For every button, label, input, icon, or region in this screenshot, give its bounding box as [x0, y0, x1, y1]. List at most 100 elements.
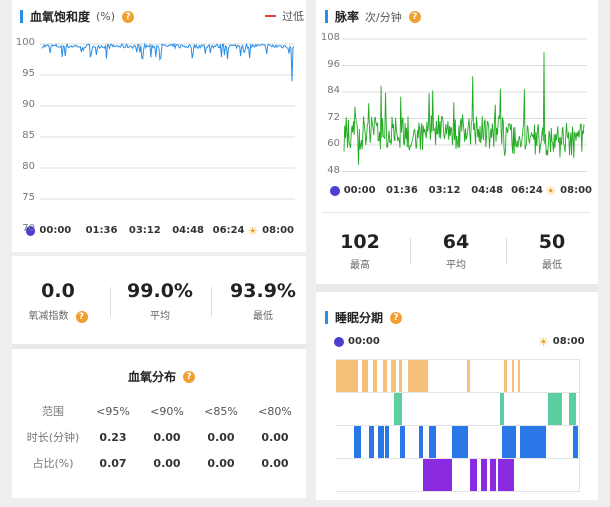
table-cell: 0.23	[99, 430, 127, 444]
sun-icon: ☀	[538, 334, 549, 349]
y-tick-label: 80	[22, 161, 35, 172]
sun-icon: ☀	[247, 223, 259, 238]
sleep-stage-segment	[385, 426, 389, 458]
help-icon[interactable]: ?	[408, 10, 421, 23]
stat-value: 0.0	[41, 280, 75, 302]
sleep-stage-segment	[419, 426, 423, 458]
time-label: 03:12	[428, 185, 461, 196]
sleep-stage-segment	[481, 459, 487, 491]
stat-label: 最高	[350, 260, 370, 271]
stat-value: 99.0%	[127, 280, 193, 302]
sleep-stage-segment	[498, 459, 514, 491]
stat-value: 93.9%	[230, 280, 296, 302]
moon-icon	[330, 185, 340, 196]
stat-value: 64	[442, 231, 470, 253]
sleep-stage-segment	[383, 360, 387, 392]
y-tick-label: 72	[327, 111, 340, 123]
dist-table: 范围 <95% <90% <85% <80% 时长(分钟) 0.23 0.00 …	[20, 398, 302, 476]
sleep-title: 睡眠分期	[335, 311, 384, 325]
time-label: 04:48	[471, 185, 504, 196]
legend-line-icon	[265, 15, 276, 17]
help-icon[interactable]: ?	[122, 10, 135, 23]
sleep-stage-segment	[573, 426, 578, 458]
table-cell: 0.00	[207, 456, 235, 470]
spo2-unit: (%)	[96, 10, 116, 23]
time-label: 00:00	[343, 185, 376, 196]
sleep-stage-segment	[408, 360, 428, 392]
sleep-stage-segment	[369, 426, 374, 458]
stat-value: 50	[538, 231, 566, 253]
y-tick-label: 96	[327, 58, 340, 70]
sleep-stage-segment	[500, 393, 504, 425]
y-tick-label: 75	[22, 192, 35, 203]
table-cell: 0.00	[153, 430, 181, 444]
time-label: 01:36	[85, 225, 118, 236]
sleep-stage-segment	[391, 360, 396, 392]
table-header-cell: <90%	[150, 404, 184, 418]
sleep-stage-segment	[518, 360, 520, 392]
dist-title: 血氧分布	[128, 370, 177, 384]
y-tick-label: 60	[327, 138, 340, 149]
table-row-label: 占比(%)	[32, 457, 74, 470]
stat-label: 最低	[253, 311, 273, 322]
help-icon[interactable]: ?	[183, 370, 196, 383]
sleep-stage-segment	[336, 360, 358, 392]
sleep-stage-segment	[548, 393, 562, 425]
hr-header: 脉率 次/分钟 ?	[325, 8, 421, 25]
table-header-cell: 范围	[42, 405, 64, 418]
sleep-stage-segment	[362, 360, 368, 392]
time-label: 06:24	[212, 225, 245, 236]
table-row: 范围 <95% <90% <85% <80%	[20, 398, 302, 424]
section-divider	[316, 284, 598, 292]
y-tick-label: 48	[327, 164, 340, 176]
table-header-cell: <85%	[204, 404, 238, 418]
sleep-stage-segment	[423, 459, 452, 491]
spo2-title: 血氧饱和度	[30, 10, 91, 24]
accent-bar	[20, 10, 23, 23]
time-label: 06:24	[511, 185, 543, 196]
divider	[110, 287, 111, 317]
divider	[410, 238, 411, 264]
y-tick-label: 84	[327, 85, 340, 96]
table-cell: 0.00	[261, 430, 289, 444]
time-label: 03:12	[128, 225, 161, 236]
accent-bar	[325, 10, 328, 23]
spo2-header: 血氧饱和度 (%) ?	[20, 8, 135, 25]
time-label: 01:36	[385, 185, 418, 196]
spo2-series-line	[41, 42, 295, 82]
time-label: 04:48	[172, 225, 205, 236]
stat-label: 平均	[446, 260, 466, 271]
sleep-header: 睡眠分期 ?	[325, 309, 403, 326]
y-tick-label: 108	[320, 32, 340, 43]
stat-label-text: 氧减指数	[28, 311, 69, 322]
sleep-start-time: 00:00	[348, 336, 380, 347]
accent-bar	[325, 311, 328, 324]
hr-title: 脉率	[335, 10, 360, 24]
sleep-stage-segment	[354, 426, 361, 458]
sleep-stage-segment	[429, 426, 436, 458]
sun-icon: ☀	[545, 183, 557, 198]
table-cell: 0.00	[153, 456, 181, 470]
low-legend: 过低	[265, 8, 304, 24]
table-header-cell: <80%	[258, 404, 292, 418]
sleep-stage-segment	[504, 360, 507, 392]
time-label: 08:00	[560, 185, 593, 196]
time-label: 08:00	[262, 225, 295, 236]
sleep-stage-segment	[512, 360, 514, 392]
hr-time-axis: 00:00 01:36 03:12 04:48 06:24 ☀ 08:00	[330, 183, 593, 198]
hr-series-line	[343, 52, 585, 165]
sleep-stage-segment	[490, 459, 496, 491]
sleep-end-time: 08:00	[552, 336, 585, 347]
help-icon[interactable]: ?	[75, 311, 88, 323]
sleep-stage-chart	[336, 359, 580, 492]
dist-header: 血氧分布 ?	[128, 368, 196, 385]
sleep-stage-segment	[378, 426, 384, 458]
sleep-stage-segment	[467, 360, 470, 392]
table-cell: 0.07	[99, 456, 127, 470]
y-tick-label: 85	[22, 130, 35, 141]
y-tick-label: 100	[15, 37, 35, 48]
table-cell: 0.00	[261, 456, 289, 470]
help-icon[interactable]: ?	[390, 311, 403, 324]
divider	[322, 212, 590, 213]
sleep-start: 00:00	[334, 336, 380, 347]
